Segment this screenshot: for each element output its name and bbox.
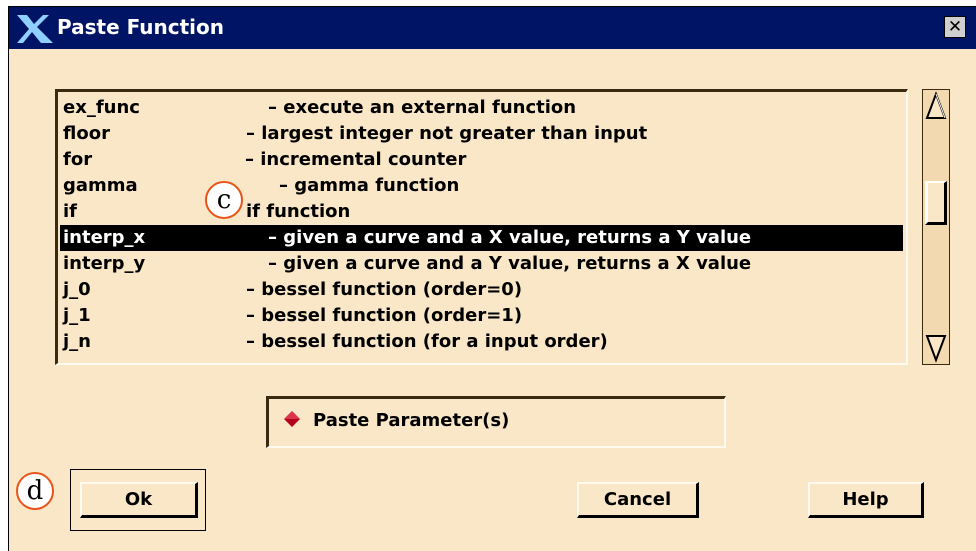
- scroll-down-arrow-icon[interactable]: [924, 333, 948, 363]
- function-description: – incremental counter: [245, 149, 467, 170]
- list-item[interactable]: if if function: [60, 199, 903, 225]
- help-button[interactable]: Help: [808, 482, 924, 518]
- function-list[interactable]: ex_func – execute an external function f…: [55, 89, 908, 365]
- paste-parameters-label: Paste Parameter(s): [313, 410, 510, 431]
- function-name: j_1: [63, 305, 91, 326]
- annotation-d: d: [16, 472, 54, 510]
- function-name: floor: [63, 123, 110, 144]
- function-name: gamma: [63, 175, 138, 196]
- function-description: – bessel function (order=1): [246, 305, 523, 326]
- function-name: ex_func: [63, 97, 140, 118]
- function-description: – bessel function (order=0): [246, 279, 523, 300]
- list-scrollbar[interactable]: [922, 89, 950, 365]
- function-description: – given a curve and a Y value, returns a…: [268, 253, 752, 274]
- ok-button[interactable]: Ok: [80, 482, 198, 518]
- list-item[interactable]: ex_func – execute an external function: [60, 95, 903, 121]
- list-item[interactable]: j_n – bessel function (for a input order…: [60, 329, 903, 355]
- list-item[interactable]: interp_y – given a curve and a Y value, …: [60, 251, 903, 277]
- function-name: j_n: [63, 331, 91, 352]
- function-description: – largest integer not greater than input: [246, 123, 648, 144]
- title-bar[interactable]: Paste Function ✕: [9, 7, 976, 49]
- paste-function-dialog: Paste Function ✕ ex_func – execute an ex…: [8, 6, 976, 551]
- list-item[interactable]: gamma – gamma function: [60, 173, 903, 199]
- list-item-selected[interactable]: interp_x – given a curve and a X value, …: [60, 225, 903, 251]
- function-name: j_0: [63, 279, 91, 300]
- function-description: – execute an external function: [268, 97, 577, 118]
- scroll-up-arrow-icon[interactable]: [924, 91, 948, 121]
- paste-parameters-option[interactable]: Paste Parameter(s): [266, 396, 726, 448]
- dialog-body: ex_func – execute an external function f…: [10, 49, 975, 549]
- window-title: Paste Function: [57, 15, 225, 39]
- list-item[interactable]: for – incremental counter: [60, 147, 903, 173]
- close-button[interactable]: ✕: [944, 16, 966, 38]
- function-name: interp_x: [63, 227, 146, 248]
- annotation-c: c: [205, 181, 243, 219]
- app-x-icon: [17, 15, 53, 43]
- scroll-thumb[interactable]: [925, 181, 947, 225]
- function-description: – given a curve and a X value, returns a…: [268, 227, 752, 248]
- function-name: interp_y: [63, 253, 146, 274]
- cancel-button[interactable]: Cancel: [577, 482, 699, 518]
- list-item[interactable]: j_1 – bessel function (order=1): [60, 303, 903, 329]
- function-name: if: [63, 201, 78, 222]
- list-item[interactable]: j_0 – bessel function (order=0): [60, 277, 903, 303]
- list-item[interactable]: floor – largest integer not greater than…: [60, 121, 903, 147]
- close-icon: ✕: [947, 16, 963, 37]
- function-name: for: [63, 149, 93, 170]
- radio-diamond-icon[interactable]: [283, 410, 301, 428]
- function-description: – gamma function: [279, 175, 460, 196]
- function-description: if function: [246, 201, 351, 222]
- function-description: – bessel function (for a input order): [246, 331, 608, 352]
